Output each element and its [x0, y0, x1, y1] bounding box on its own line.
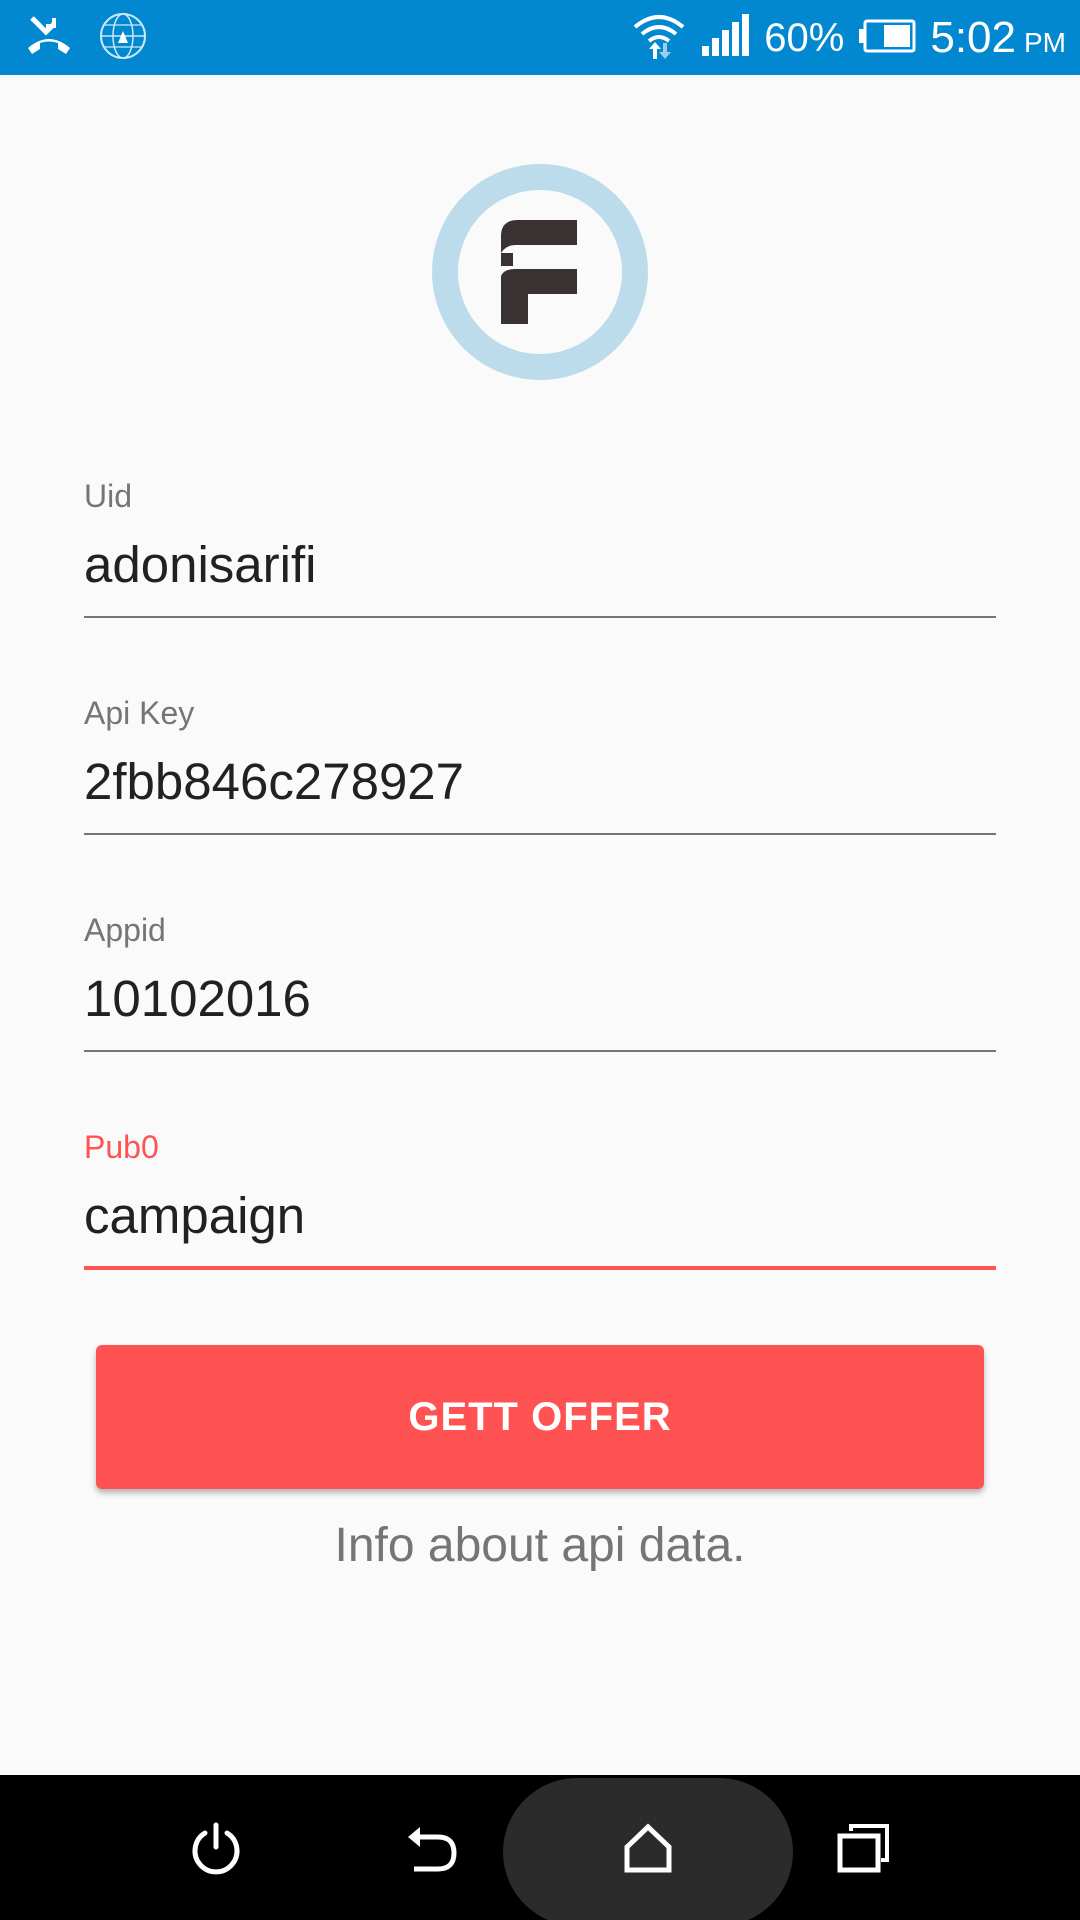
get-offer-button[interactable]: GETT OFFER	[96, 1345, 984, 1489]
uid-input[interactable]	[84, 526, 996, 602]
wifi-icon	[632, 11, 686, 66]
status-right-icons: 60% 5:02 PM	[632, 8, 1066, 68]
pub0-input[interactable]	[84, 1177, 996, 1253]
api-key-field[interactable]: Api Key	[84, 697, 996, 839]
missed-call-icon	[26, 14, 72, 63]
pub0-underline	[84, 1266, 996, 1270]
battery-icon	[858, 19, 916, 58]
home-button[interactable]	[613, 1818, 683, 1878]
app-screen: 60% 5:02 PM Uid adonisarifi Api Key 2fbb…	[0, 0, 1080, 1920]
uid-field[interactable]: Uid	[84, 480, 996, 622]
recents-icon	[837, 1824, 889, 1873]
back-icon	[408, 1827, 457, 1872]
appid-label: Appid	[84, 912, 166, 948]
vpn-globe-icon	[98, 11, 148, 66]
app-logo-f-icon	[432, 164, 648, 380]
appid-input[interactable]	[84, 960, 996, 1036]
pub0-field[interactable]: Pub0	[84, 1131, 996, 1273]
appid-underline	[84, 1050, 996, 1052]
power-button[interactable]	[181, 1818, 251, 1878]
api-key-label: Api Key	[84, 695, 195, 731]
uid-label: Uid	[84, 478, 133, 514]
signal-icon	[700, 13, 750, 63]
api-key-input[interactable]	[84, 743, 996, 819]
home-icon	[624, 1823, 672, 1873]
status-bar: 60% 5:02 PM	[0, 0, 1080, 75]
clock-time: 5:02	[930, 13, 1016, 62]
power-icon	[192, 1822, 240, 1875]
pub0-label: Pub0	[84, 1129, 159, 1165]
clock-ampm: PM	[1024, 27, 1066, 58]
app-logo	[432, 164, 648, 380]
back-button[interactable]	[397, 1818, 467, 1878]
info-text: Info about api data.	[334, 1519, 746, 1572]
api-key-underline	[84, 833, 996, 835]
uid-underline	[84, 616, 996, 618]
battery-percent: 60%	[764, 15, 845, 60]
appid-field[interactable]: Appid	[84, 914, 996, 1056]
status-left-icons	[26, 12, 148, 64]
clock: 5:02 PM	[930, 13, 1066, 63]
recents-button[interactable]	[829, 1818, 899, 1878]
